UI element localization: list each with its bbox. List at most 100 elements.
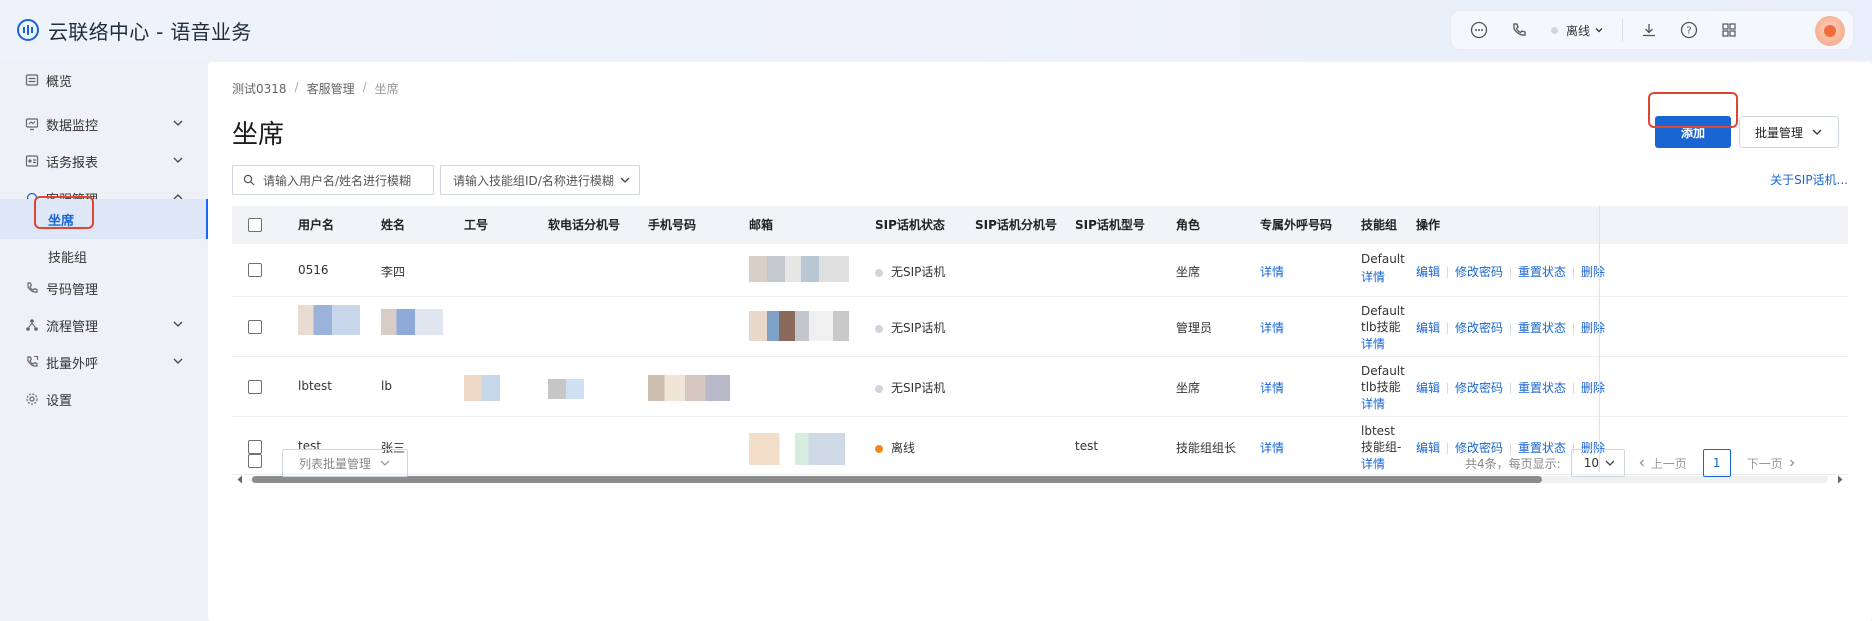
delete-link[interactable]: 删除 [1581,321,1605,335]
batch-manage-label: 批量管理 [1754,125,1803,140]
delete-link[interactable]: 删除 [1581,265,1605,279]
edit-link[interactable]: 编辑 [1416,381,1440,395]
breadcrumb-item[interactable]: 测试0318 [232,80,287,97]
divider [1447,383,1449,394]
sidebar-item-settings[interactable]: 设置 [0,379,208,419]
breadcrumb-separator: / [362,80,367,94]
scroll-thumb[interactable] [252,476,1542,483]
status-dot [875,384,883,393]
grid-apps-icon[interactable] [1709,10,1749,50]
bulk-select-checkbox[interactable] [248,454,262,468]
skill-detail-link[interactable]: 详情 [1361,395,1385,412]
masked-username [298,305,360,335]
column-header: 操作 [1416,218,1441,232]
avatar[interactable] [1815,16,1845,46]
batch-manage-button[interactable]: 批量管理 [1739,116,1839,148]
column-header: 姓名 [381,218,406,232]
cell-name: lb [381,379,392,393]
page-size-select[interactable]: 10 [1570,449,1625,477]
row-checkbox[interactable] [248,440,262,454]
top-tools: 离线 ? [1450,10,1854,50]
app-title: 云联络中心 - 语音业务 [48,19,252,44]
prev-page-button[interactable]: 上一页 [1637,455,1687,472]
flow-icon [24,317,40,333]
edit-link[interactable]: 编辑 [1416,441,1440,455]
change-password-link[interactable]: 修改密码 [1455,321,1503,335]
outbound-detail-link[interactable]: 详情 [1260,439,1284,456]
outbound-detail-link[interactable]: 详情 [1260,319,1284,336]
monitor-icon [24,116,40,132]
breadcrumb-item[interactable]: 客服管理 [307,80,355,97]
list-bulk-manage-button[interactable]: 列表批量管理 [282,449,408,477]
row-checkbox[interactable] [248,263,262,277]
sidebar-highlight-box [34,196,94,229]
user-search-input[interactable]: 请输入用户名/姓名进行模糊 [232,165,434,195]
divider [1573,383,1575,394]
sidebar-item-label: 号码管理 [46,282,99,298]
status-label: 离线 [1566,23,1591,38]
skill-search-select[interactable]: 请输入技能组ID/名称进行模糊 [440,165,640,195]
column-header: 手机号码 [648,218,697,232]
chevron-down-icon [620,177,630,183]
sidebar-item-number-mgmt[interactable]: 号码管理 [0,268,208,308]
divider [1510,267,1512,278]
scroll-right-icon[interactable] [1836,475,1844,484]
skill-detail-link[interactable]: 详情 [1361,335,1385,352]
sidebar-item-call-report[interactable]: 话务报表 [0,141,208,181]
masked-email [749,256,849,282]
sidebar-item-label: 话务报表 [46,155,99,171]
sidebar-item-label: 数据监控 [46,118,99,134]
cell-sip-status: 无SIP话机 [875,263,945,280]
chat-icon[interactable] [1459,10,1499,50]
change-password-link[interactable]: 修改密码 [1455,381,1503,395]
change-password-link[interactable]: 修改密码 [1455,265,1503,279]
row-checkbox[interactable] [248,320,262,334]
table-row: lbtest lb 无SIP话机 坐席 详情 Default、tlb技能组 详情… [232,357,1848,417]
cell-username: 0516 [298,263,329,277]
select-all-checkbox[interactable] [248,218,262,232]
cell-role: 坐席 [1176,265,1201,279]
sidebar-item-agents[interactable]: 坐席 [0,199,208,239]
chevron-down-icon [380,460,390,466]
column-header: 工号 [464,218,489,232]
row-checkbox[interactable] [248,380,262,394]
reset-status-link[interactable]: 重置状态 [1518,265,1566,279]
cell-skill: Default [1361,252,1405,266]
scroll-left-icon[interactable] [236,475,244,484]
fixed-column-divider [1599,206,1600,472]
avatar-icon [1824,25,1836,37]
pagination: 共4条，每页显示: 10 上一页 1 下一页 [1465,449,1797,477]
next-page-button[interactable]: 下一页 [1747,455,1797,472]
outbound-call-icon [24,354,40,370]
brand: 云联络中心 - 语音业务 [16,16,252,44]
cell-role: 技能组组长 [1176,441,1237,455]
skill-detail-link[interactable]: 详情 [1361,268,1385,285]
sip-help-link[interactable]: 关于SIP话机... [1770,171,1848,188]
phone-icon [24,280,40,296]
edit-link[interactable]: 编辑 [1416,265,1440,279]
reset-status-link[interactable]: 重置状态 [1518,381,1566,395]
chevron-down-icon [173,157,183,163]
delete-link[interactable]: 删除 [1581,381,1605,395]
download-icon[interactable] [1629,10,1669,50]
skill-detail-link[interactable]: 详情 [1361,455,1385,472]
sidebar-item-batch-call[interactable]: 批量外呼 [0,342,208,382]
edit-link[interactable]: 编辑 [1416,321,1440,335]
sidebar-item-overview[interactable]: 概览 [0,60,208,100]
sip-status-text: 离线 [891,441,916,455]
outbound-detail-link[interactable]: 详情 [1260,379,1284,396]
divider [1510,323,1512,334]
add-highlight-box [1648,92,1738,128]
sidebar-item-data-monitor[interactable]: 数据监控 [0,104,208,144]
sidebar-item-flow-mgmt[interactable]: 流程管理 [0,305,208,345]
help-icon[interactable]: ? [1669,10,1709,50]
page-number[interactable]: 1 [1702,449,1731,477]
list-bulk-manage-label: 列表批量管理 [298,456,371,471]
outbound-detail-link[interactable]: 详情 [1260,263,1284,280]
status-selector[interactable]: 离线 [1551,22,1604,39]
phone-icon[interactable] [1499,10,1539,50]
breadcrumb-separator: / [294,80,299,94]
divider [1622,19,1624,41]
cell-role: 管理员 [1176,321,1213,335]
reset-status-link[interactable]: 重置状态 [1518,321,1566,335]
